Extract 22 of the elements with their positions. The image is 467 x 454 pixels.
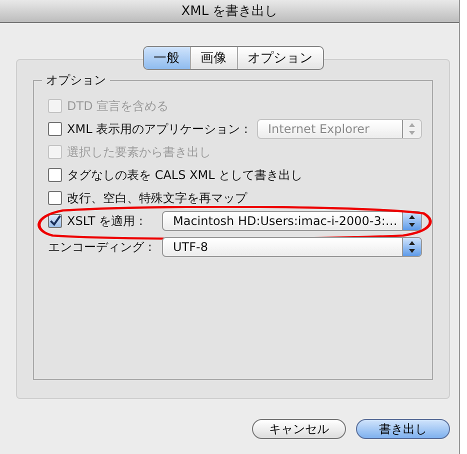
option-label: XML 表示用のアプリケーション : — [67, 120, 248, 138]
dropdown[interactable]: UTF-8 — [162, 237, 422, 257]
cancel-button[interactable]: キャンセル — [252, 419, 346, 439]
stepper-arrows-icon — [402, 212, 421, 230]
checkbox[interactable] — [48, 122, 62, 136]
option-label: XSLT を適用 : — [67, 212, 143, 230]
tab[interactable]: 一般 — [144, 47, 190, 69]
tab[interactable]: オプション — [238, 47, 322, 69]
tab[interactable]: 画像 — [190, 47, 238, 69]
window-title: XML を書き出し — [181, 3, 278, 20]
option-label: タグなしの表を CALS XML として書き出し — [67, 166, 303, 184]
export-button[interactable]: 書き出し — [356, 419, 450, 439]
option-label: エンコーディング : — [48, 238, 152, 256]
checkbox[interactable] — [48, 168, 62, 182]
checkbox[interactable] — [48, 191, 62, 205]
stepper-arrows-icon — [402, 238, 421, 256]
option-label: 選択した要素から書き出し — [67, 144, 211, 160]
dropdown[interactable]: Macintosh HD:Users:imac-i-2000-3:… — [162, 211, 422, 231]
checkbox[interactable] — [48, 214, 62, 228]
option-label: 改行、空白、特殊文字を再マップ — [67, 190, 247, 206]
stepper-arrows-icon — [402, 120, 421, 138]
option-label: DTD 宣言を含める — [67, 98, 169, 114]
